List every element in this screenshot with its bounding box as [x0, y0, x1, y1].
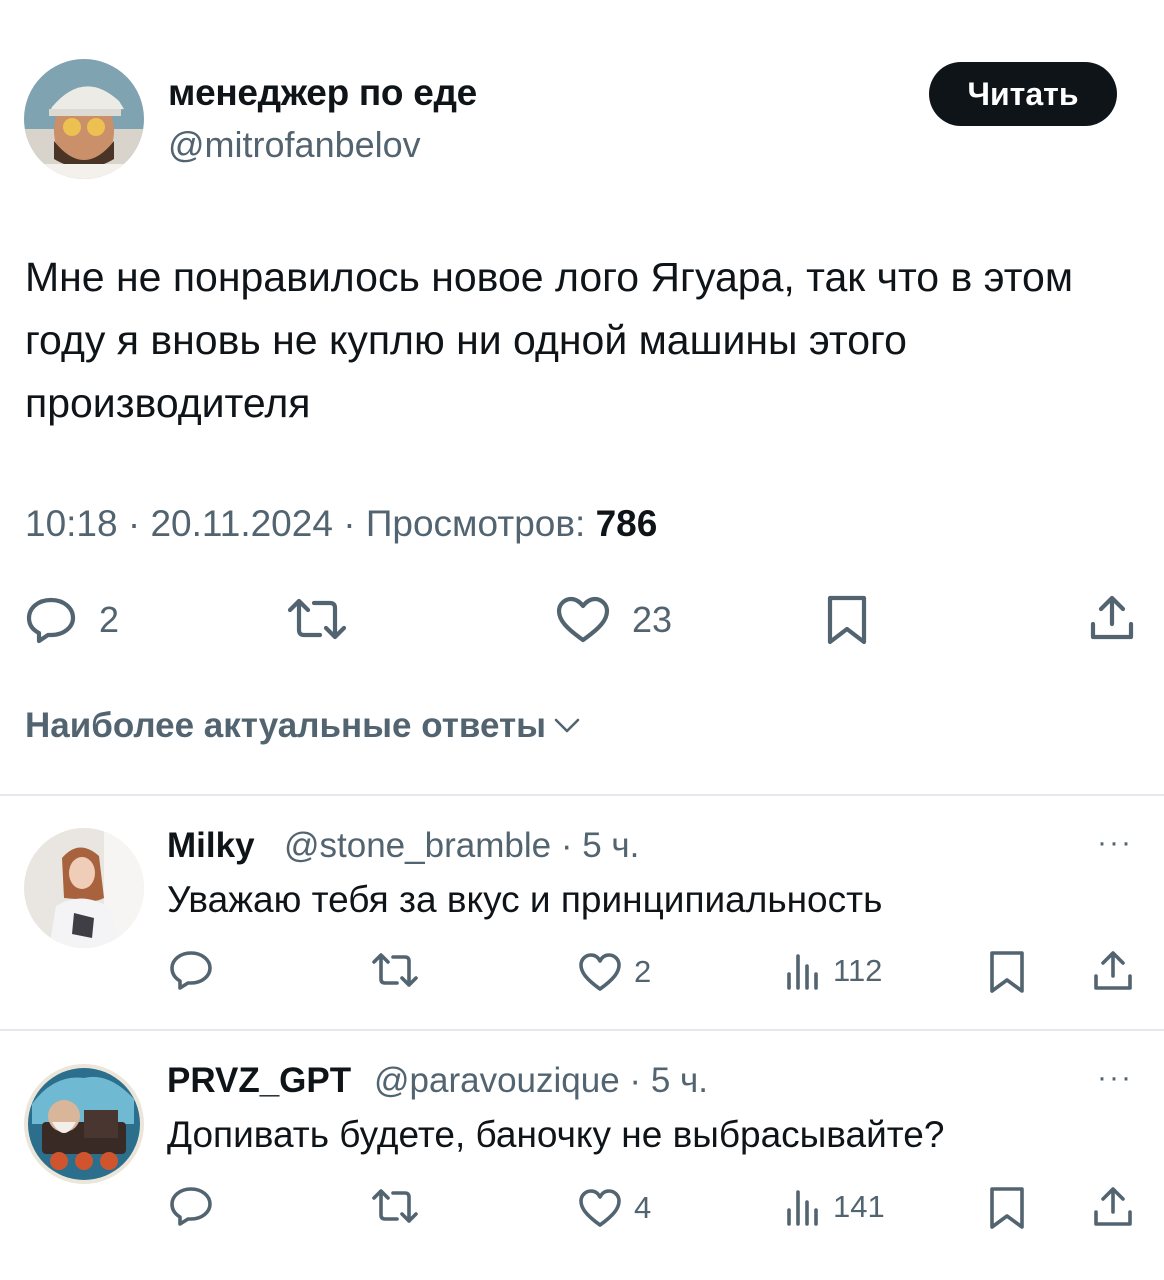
share-icon [1094, 951, 1132, 990]
views-count: 786 [595, 503, 658, 544]
bookmark-icon [827, 595, 867, 645]
share-button[interactable] [1093, 1186, 1133, 1228]
reply-text: Уважаю тебя за вкус и принципиальность [167, 879, 883, 920]
tweet-meta: 10:18 · 20.11.2024 · Просмотров: 786 [25, 503, 657, 545]
like-count: 2 [634, 954, 652, 989]
reply-author-handle[interactable]: @paravouzique [374, 1061, 620, 1100]
share-button[interactable] [1089, 594, 1135, 642]
reply-avatar[interactable] [24, 828, 144, 948]
retweet-icon [287, 598, 347, 640]
views-button[interactable]: 141 [785, 1188, 885, 1226]
share-icon [1094, 1187, 1132, 1226]
replies-sort-label: Наиболее актуальные ответы [25, 706, 546, 745]
author-handle[interactable]: @mitrofanbelov [168, 124, 421, 166]
like-button[interactable]: 4 [578, 1188, 651, 1228]
meta-separator: · [127, 503, 141, 544]
follow-button[interactable]: Читать [929, 62, 1117, 126]
reply-author-name[interactable]: PRVZ_GPT [167, 1061, 351, 1101]
retweet-button[interactable] [287, 597, 347, 641]
more-options-button[interactable]: ··· [1097, 1061, 1133, 1095]
author-avatar[interactable] [24, 59, 144, 179]
reply-time[interactable]: 5 ч. [582, 826, 639, 865]
meta-separator: · [343, 503, 356, 544]
more-options-button[interactable]: ··· [1097, 826, 1133, 860]
views-count: 112 [833, 953, 883, 988]
like-count: 4 [634, 1190, 652, 1225]
views-count: 141 [833, 1189, 885, 1224]
meta-separator: · [629, 1061, 642, 1100]
meta-separator: · [560, 826, 573, 865]
reply-meta: @stone_bramble · 5 ч. [284, 826, 639, 866]
reply-icon [170, 951, 212, 990]
tweet-time[interactable]: 10:18 [25, 503, 118, 544]
like-button[interactable]: 2 [578, 952, 651, 992]
reply-icon [26, 597, 76, 644]
heart-icon [556, 596, 610, 643]
reply-meta: @paravouzique · 5 ч. [374, 1061, 708, 1101]
replies-sort-selector[interactable]: Наиболее актуальные ответы [25, 706, 580, 746]
share-button[interactable] [1093, 950, 1133, 992]
author-name[interactable]: менеджер по еде [168, 72, 477, 114]
reply-text: Допивать будете, баночку не выбрасывайте… [167, 1114, 945, 1155]
reply-author-handle[interactable]: @stone_bramble [284, 826, 551, 865]
bookmark-button[interactable] [826, 594, 868, 646]
heart-icon [579, 953, 621, 991]
chevron-down-icon [554, 718, 580, 733]
like-button[interactable]: 23 [556, 596, 672, 644]
like-count: 23 [632, 599, 673, 640]
bookmark-icon [990, 1187, 1024, 1229]
retweet-button[interactable] [371, 1188, 419, 1224]
reply-avatar[interactable] [24, 1064, 144, 1184]
reply-author-name[interactable]: Milky [167, 826, 255, 866]
views-button[interactable]: 112 [785, 952, 882, 990]
reply-time[interactable]: 5 ч. [651, 1061, 708, 1100]
reply-button[interactable] [169, 1186, 213, 1226]
divider [0, 1029, 1164, 1031]
divider [0, 794, 1164, 796]
tweet-date[interactable]: 20.11.2024 [150, 503, 332, 544]
tweet-text: Мне не понравилось новое лого Ягуара, та… [25, 254, 1074, 426]
views-chart-icon [787, 954, 818, 990]
share-icon [1090, 595, 1134, 640]
views-chart-icon [787, 1190, 818, 1226]
retweet-icon [372, 1189, 418, 1223]
retweet-icon [372, 953, 418, 987]
bookmark-button[interactable] [989, 1186, 1025, 1230]
views-label: Просмотров: [365, 503, 586, 544]
reply-button[interactable]: 2 [25, 596, 119, 644]
bookmark-button[interactable] [989, 950, 1025, 994]
heart-icon [579, 1189, 621, 1227]
reply-icon [170, 1187, 212, 1226]
reply-count: 2 [99, 599, 120, 640]
reply-button[interactable] [169, 950, 213, 990]
retweet-button[interactable] [371, 952, 419, 988]
bookmark-icon [990, 951, 1024, 993]
